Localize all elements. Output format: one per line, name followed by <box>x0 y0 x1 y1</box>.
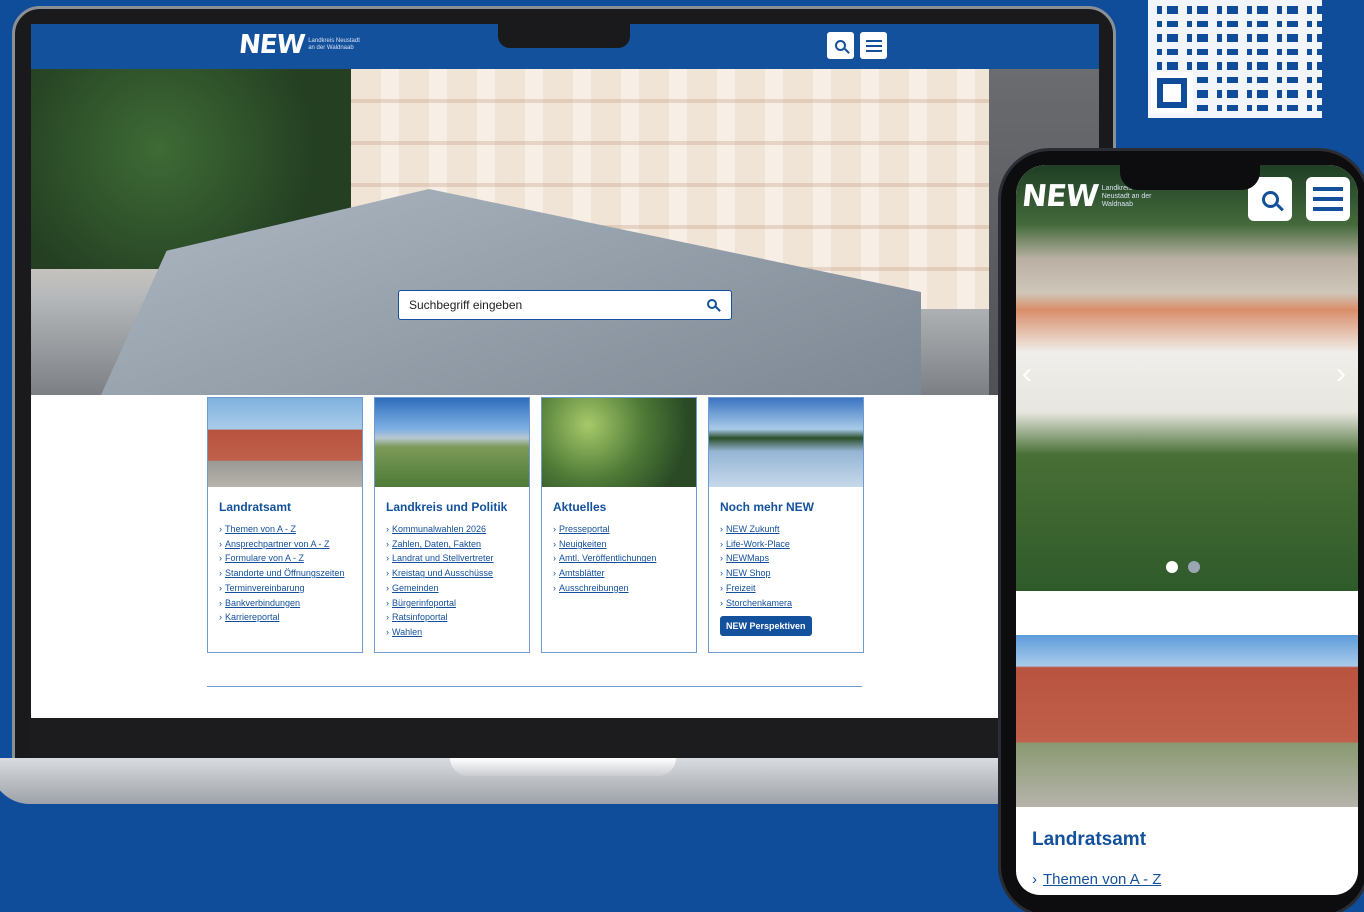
phone-notch <box>1120 160 1260 190</box>
hamburger-icon <box>865 39 882 52</box>
card-link[interactable]: Standorte und Öffnungszeiten <box>219 566 362 581</box>
card-link[interactable]: Presseportal <box>553 522 696 537</box>
card-image <box>375 398 529 487</box>
hamburger-icon <box>1313 187 1343 211</box>
card-title: Aktuelles <box>553 500 607 514</box>
mobile-card-image <box>1016 635 1358 807</box>
card-link[interactable]: Terminvereinbarung <box>219 581 362 596</box>
card-title: Noch mehr NEW <box>720 500 815 514</box>
card-link[interactable]: Ausschreibungen <box>553 581 696 596</box>
card-link[interactable]: Freizeit <box>720 581 863 596</box>
content-divider <box>207 686 862 687</box>
card-link[interactable]: NEWMaps <box>720 551 863 566</box>
search-input[interactable]: Suchbegriff eingeben <box>398 290 732 320</box>
mobile-card-title: Landratsamt <box>1032 829 1147 850</box>
mobile-hero-image <box>1016 165 1358 591</box>
header-menu-button[interactable] <box>860 32 887 59</box>
card-link[interactable]: Storchenkamera <box>720 596 863 611</box>
laptop-camera-notch <box>498 24 630 48</box>
card-link[interactable]: NEW Shop <box>720 566 863 581</box>
slider-dot[interactable] <box>1188 561 1200 573</box>
card-link[interactable]: Themen von A - Z <box>219 522 362 537</box>
logo-subtitle: Landkreis Neustadt an der Waldnaab <box>308 38 360 51</box>
laptop-groove <box>450 758 676 776</box>
logo-wordmark: NEW <box>237 30 306 60</box>
mobile-menu-button[interactable] <box>1306 177 1350 221</box>
card-link[interactable]: Wahlen <box>386 625 529 640</box>
card-link[interactable]: Bankverbindungen <box>219 596 362 611</box>
slider-prev-icon[interactable]: ‹ <box>1022 357 1032 391</box>
card-link[interactable]: Ansprechpartner von A - Z <box>219 537 362 552</box>
hero-image: Suchbegriff eingeben <box>31 69 1099 395</box>
card-link[interactable]: Amtl. Veröffentlichungen <box>553 551 696 566</box>
card-image <box>709 398 863 487</box>
card-title: Landratsamt <box>219 500 292 514</box>
card-link-list: Presseportal Neuigkeiten Amtl. Veröffent… <box>553 522 696 596</box>
site-logo[interactable]: NEW Landkreis Neustadt an der Waldnaab <box>237 30 368 60</box>
card-landratsamt: Landratsamt Themen von A - Z Ansprechpar… <box>207 397 363 653</box>
card-link[interactable]: Kommunalwahlen 2026 <box>386 522 529 537</box>
card-title: Landkreis und Politik <box>386 500 508 514</box>
card-link[interactable]: Life-Work-Place <box>720 537 863 552</box>
slider-dot-active[interactable] <box>1166 561 1178 573</box>
card-link[interactable]: Bürgerinfoportal <box>386 596 529 611</box>
card-link[interactable]: Formulare von A - Z <box>219 551 362 566</box>
search-icon <box>835 40 846 51</box>
card-image <box>208 398 362 487</box>
card-link[interactable]: Kreistag und Ausschüsse <box>386 566 529 581</box>
card-aktuelles: Aktuelles Presseportal Neuigkeiten Amtl.… <box>541 397 697 653</box>
card-link[interactable]: Karriereportal <box>219 610 362 625</box>
card-link[interactable]: Zahlen, Daten, Fakten <box>386 537 529 552</box>
mobile-spacer <box>1016 591 1358 635</box>
logo-wordmark: NEW <box>1020 179 1100 214</box>
card-link[interactable]: Amtsblätter <box>553 566 696 581</box>
card-link-list: Themen von A - Z Ansprechpartner von A -… <box>219 522 362 625</box>
card-link[interactable]: Ratsinfoportal <box>386 610 529 625</box>
mobile-card-link[interactable]: Themen von A - Z <box>1032 871 1161 888</box>
card-link[interactable]: Gemeinden <box>386 581 529 596</box>
card-link-list: NEW Zukunft Life-Work-Place NEWMaps NEW … <box>720 522 863 610</box>
qr-finder-pattern <box>1151 72 1193 114</box>
search-placeholder: Suchbegriff eingeben <box>409 298 523 312</box>
card-link[interactable]: Neuigkeiten <box>553 537 696 552</box>
card-landkreis-und-politik: Landkreis und Politik Kommunalwahlen 202… <box>374 397 530 653</box>
card-link[interactable]: Landrat und Stellvertreter <box>386 551 529 566</box>
search-icon <box>1261 190 1279 208</box>
search-icon[interactable] <box>707 299 717 309</box>
quicklink-cards: Landratsamt Themen von A - Z Ansprechpar… <box>207 397 864 653</box>
mobile-website: NEW Landkreis Neustadt an der Waldnaab ‹… <box>1016 165 1358 895</box>
card-image <box>542 398 696 487</box>
laptop-chin <box>31 718 1099 758</box>
card-noch-mehr-new: Noch mehr NEW NEW Zukunft Life-Work-Plac… <box>708 397 864 653</box>
card-link[interactable]: NEW Zukunft <box>720 522 863 537</box>
slider-pagination <box>1166 561 1200 573</box>
new-perspektiven-button[interactable]: NEW Perspektiven <box>720 616 812 637</box>
slider-next-icon[interactable]: › <box>1336 357 1346 391</box>
header-search-button[interactable] <box>827 32 854 59</box>
card-link-list: Kommunalwahlen 2026 Zahlen, Daten, Fakte… <box>386 522 529 640</box>
